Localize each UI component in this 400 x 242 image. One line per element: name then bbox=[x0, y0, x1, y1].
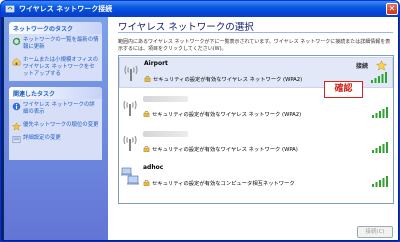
setup-wizard-icon bbox=[12, 58, 21, 66]
connect-button[interactable]: 接続(C) bbox=[357, 226, 393, 238]
star-icon bbox=[12, 122, 21, 131]
close-button[interactable]: ✕ bbox=[386, 3, 398, 15]
task-pane: ネットワークのタスク ネットワークの一覧を最新の情報に更新 ホームまたは小規模オ… bbox=[4, 17, 108, 240]
wireless-antenna-icon bbox=[123, 100, 137, 116]
signal-strength-icon bbox=[372, 142, 388, 153]
adhoc-computers-icon bbox=[121, 167, 139, 185]
wireless-network-icon bbox=[5, 5, 15, 13]
main-pane: ワイヤレス ネットワークの選択 範囲内にあるワイヤレス ネットワークが下に一覧表… bbox=[108, 17, 398, 240]
related-tasks-header[interactable]: 関連したタスク bbox=[9, 87, 102, 99]
signal-strength-icon bbox=[372, 176, 388, 187]
security-text: セキュリティの設定が有効なワイヤレス ネットワーク (WPA) bbox=[143, 145, 298, 153]
signal-strength-icon bbox=[372, 107, 388, 118]
security-text: セキュリティの設定が有効なコンピュータ相互ネットワーク bbox=[143, 179, 295, 187]
window-title: ワイヤレス ネットワーク接続 bbox=[19, 5, 113, 13]
change-advanced-settings-label: 詳細設定の変更 bbox=[23, 135, 61, 141]
description: 範囲内にあるワイヤレス ネットワークが下に一覧表示されています。ワイヤレス ネッ… bbox=[118, 39, 391, 52]
network-item[interactable]: セキュリティの設定が有効なワイヤレス ネットワーク (WPA) bbox=[119, 128, 393, 159]
preferred-star-icon bbox=[376, 60, 387, 71]
security-label: セキュリティの設定が有効なワイヤレス ネットワーク (WPA2) bbox=[152, 112, 302, 118]
redacted-network-name bbox=[143, 96, 188, 102]
setup-wireless-network-link[interactable]: ホームまたは小規模オフィスのワイヤレス ネットワークをセットアップする bbox=[9, 54, 102, 81]
window: ワイヤレス ネットワーク接続 ✕ ネットワークのタスク ネットワークの一覧を最新… bbox=[0, 0, 400, 242]
lock-icon bbox=[144, 75, 151, 82]
refresh-icon bbox=[12, 37, 21, 46]
security-label: セキュリティの設定が有効なワイヤレス ネットワーク (WPA) bbox=[152, 147, 298, 153]
view-network-details-link[interactable]: ワイヤレス ネットワークの詳細の表示 bbox=[9, 99, 102, 119]
security-label: セキュリティの設定が有効なコンピュータ相互ネットワーク bbox=[152, 181, 295, 187]
info-icon bbox=[12, 102, 21, 111]
wireless-antenna-icon bbox=[123, 135, 137, 151]
window-client: ネットワークのタスク ネットワークの一覧を最新の情報に更新 ホームまたは小規模オ… bbox=[4, 17, 398, 240]
setup-wireless-network-label: ホームまたは小規模オフィスのワイヤレス ネットワークをセットアップする bbox=[23, 57, 99, 77]
page-title: ワイヤレス ネットワークの選択 bbox=[118, 22, 254, 33]
redacted-network-name bbox=[143, 131, 188, 137]
security-text: セキュリティの設定が有効なワイヤレス ネットワーク (WPA2) bbox=[144, 75, 302, 83]
signal-strength-icon bbox=[371, 72, 387, 83]
view-network-details-label: ワイヤレス ネットワークの詳細の表示 bbox=[23, 102, 95, 115]
change-advanced-settings-link[interactable]: 詳細設定の変更 bbox=[9, 132, 102, 145]
related-tasks-panel: 関連したタスク ワイヤレス ネットワークの詳細の表示 優先ネットワークの順位の変… bbox=[9, 87, 102, 160]
connection-status: 接続 bbox=[355, 63, 368, 70]
refresh-network-list-label: ネットワークの一覧を最新の情報に更新 bbox=[23, 37, 99, 50]
lock-icon bbox=[143, 110, 150, 117]
network-name: Airport bbox=[144, 60, 168, 67]
lock-icon bbox=[143, 179, 150, 186]
network-name: adhoc bbox=[143, 164, 164, 171]
network-tasks-panel: ネットワークのタスク ネットワークの一覧を最新の情報に更新 ホームまたは小規模オ… bbox=[9, 22, 102, 81]
wireless-antenna-icon bbox=[124, 65, 138, 81]
change-preferred-order-label: 優先ネットワークの順位の変更 bbox=[23, 122, 99, 128]
refresh-network-list-link[interactable]: ネットワークの一覧を最新の情報に更新 bbox=[9, 34, 102, 54]
change-preferred-order-link[interactable]: 優先ネットワークの順位の変更 bbox=[9, 119, 102, 132]
network-item-adhoc[interactable]: adhoc セキュリティの設定が有効なコンピュータ相互ネットワーク bbox=[119, 162, 393, 193]
title-bar[interactable]: ワイヤレス ネットワーク接続 ✕ bbox=[1, 1, 399, 17]
divider bbox=[118, 32, 393, 33]
lock-icon bbox=[143, 145, 150, 152]
network-tasks-header[interactable]: ネットワークのタスク bbox=[9, 22, 102, 34]
settings-icon bbox=[12, 136, 21, 143]
security-text: セキュリティの設定が有効なワイヤレス ネットワーク (WPA2) bbox=[143, 110, 301, 118]
security-label: セキュリティの設定が有効なワイヤレス ネットワーク (WPA2) bbox=[153, 77, 303, 83]
network-list[interactable]: Airport 接続 セキュリティの設定が有効なワイヤレス ネットワーク (WP… bbox=[118, 55, 394, 204]
annotation-callout: 確認 bbox=[324, 81, 363, 98]
